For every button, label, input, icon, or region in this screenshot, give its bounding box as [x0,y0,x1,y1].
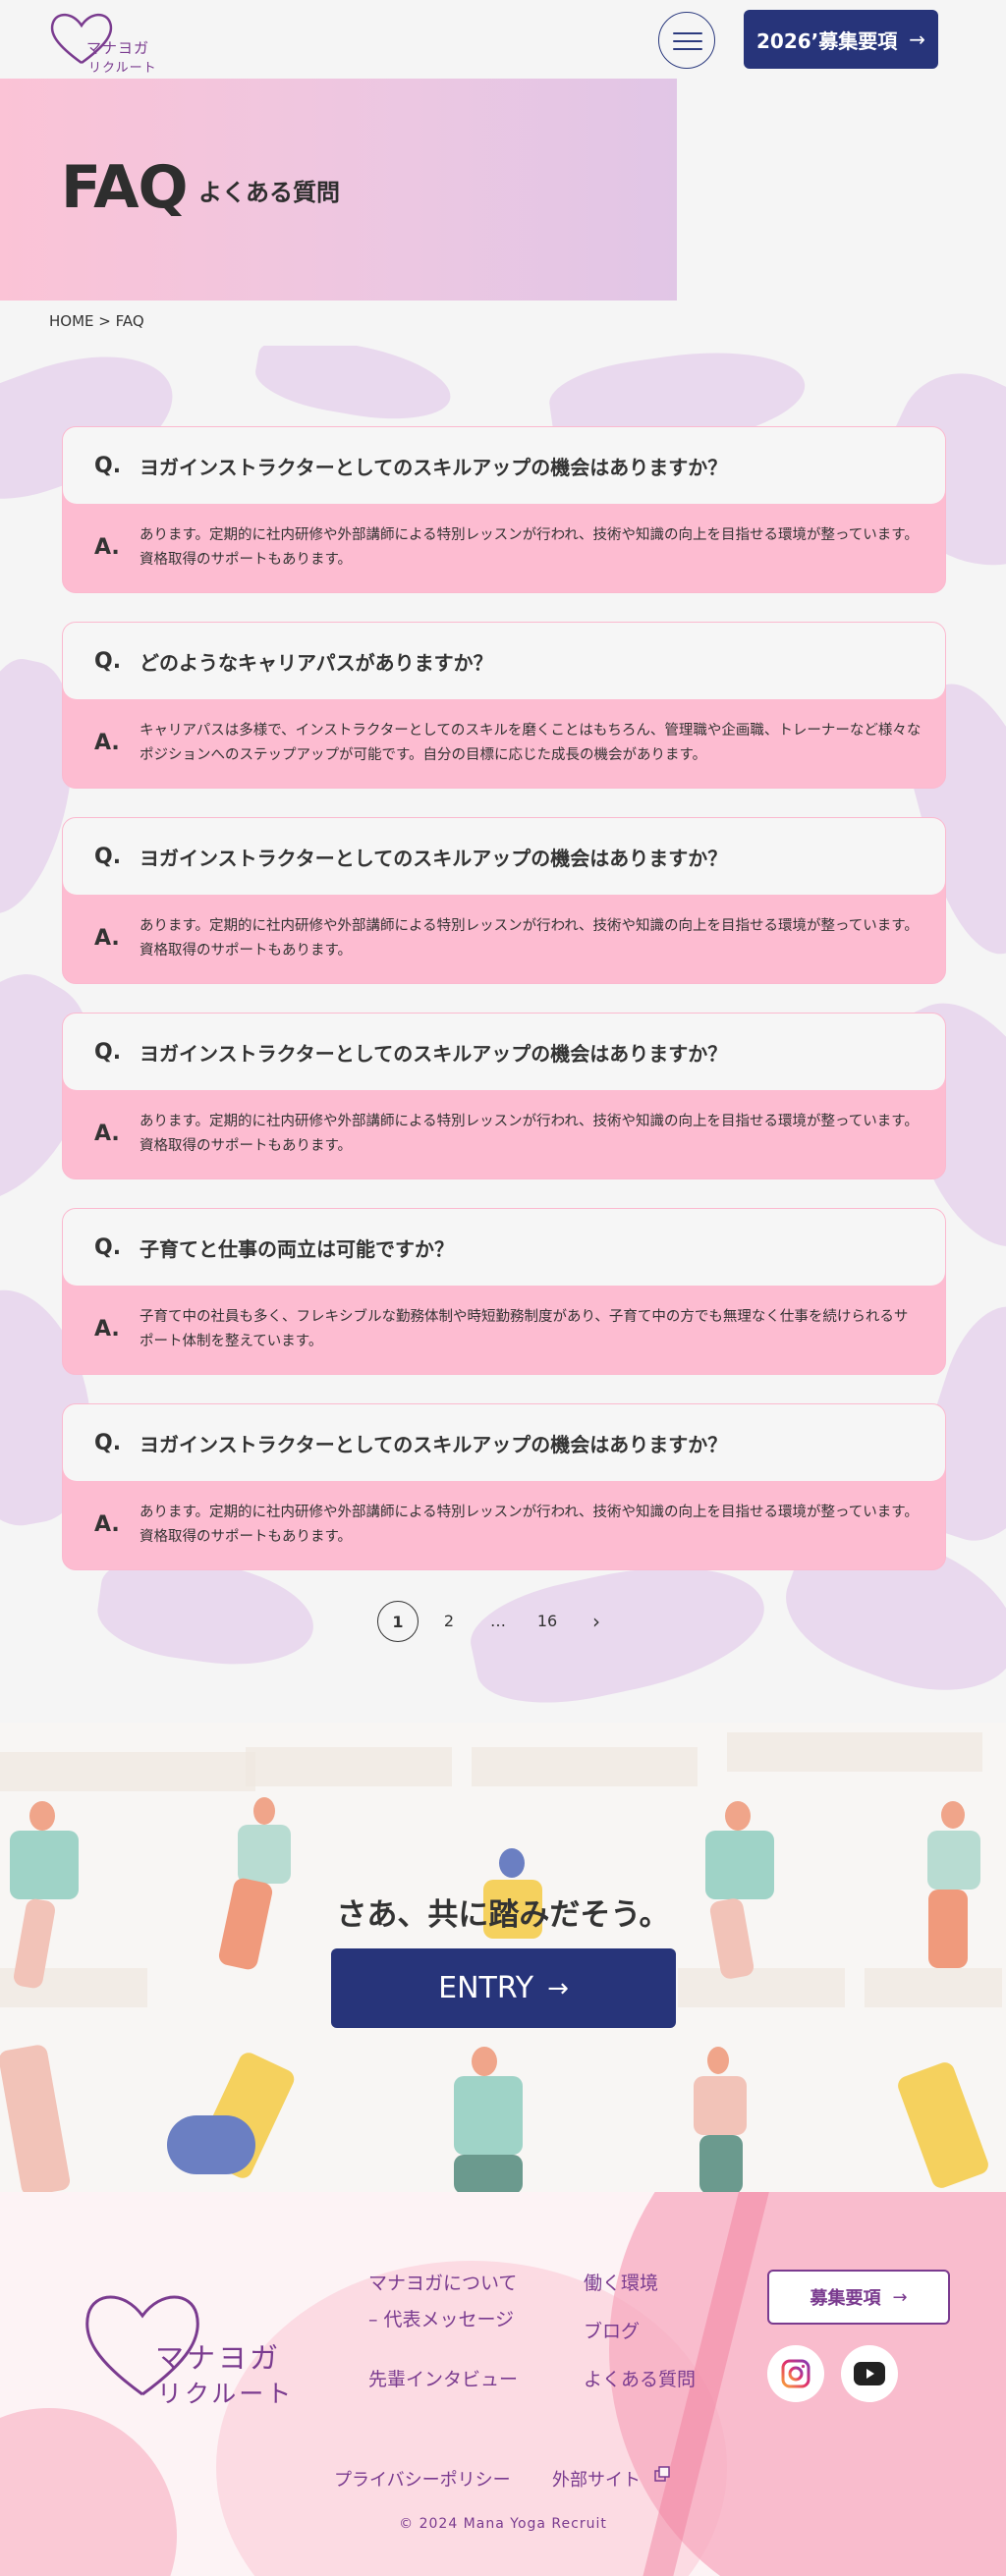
arrow-right-icon: → [909,27,926,51]
question-mark: Q. [94,844,122,869]
footer-link-about[interactable]: マナヨガについて – 代表メッセージ [368,2269,517,2331]
answer-mark: A. [94,1317,120,1342]
faq-answer: A. あります。定期的に社内研修や外部講師による特別レッスンが行われ、技術や知識… [63,895,945,963]
recruit-info-button[interactable]: 2026’募集要項 → [744,10,938,69]
answer-text: あります。定期的に社内研修や外部講師による特別レッスンが行われ、技術や知識の向上… [140,527,919,568]
privacy-policy-link[interactable]: プライバシーポリシー [334,2466,511,2492]
faq-question: Q. ヨガインストラクターとしてのスキルアップの機会はありますか？ [63,427,945,504]
faq-question: Q. ヨガインストラクターとしてのスキルアップの機会はありますか？ [63,1014,945,1090]
answer-text: あります。定期的に社内研修や外部講師による特別レッスンが行われ、技術や知識の向上… [140,918,919,959]
logo-text-line2: リクルート [88,61,157,76]
question-text: ヨガインストラクターとしてのスキルアップの機会はありますか？ [140,1041,728,1066]
footer-logo-line2: リクルート [157,2380,295,2408]
footer-link-faq[interactable]: よくある質問 [584,2365,696,2391]
arrow-right-icon: → [547,1973,569,2003]
faq-question: Q. ヨガインストラクターとしてのスキルアップの機会はありますか？ [63,1404,945,1481]
faq-answer: A. 子育て中の社員も多く、フレキシブルな勤務体制や時短勤務制度があり、子育て中… [63,1286,945,1354]
answer-text: キャリアパスは多様で、インストラクターとしてのスキルを磨くことはもちろん、管理職… [140,723,922,763]
entry-button-label: ENTRY [438,1971,534,2005]
hamburger-menu-button[interactable] [658,12,715,69]
arrow-right-icon: → [892,2286,908,2308]
answer-text: あります。定期的に社内研修や外部講師による特別レッスンが行われ、技術や知識の向上… [140,1114,919,1154]
page-title: FAQ [61,153,189,222]
answer-text: あります。定期的に社内研修や外部講師による特別レッスンが行われ、技術や知識の向上… [140,1505,919,1545]
page-hero: FAQ よくある質問 [0,79,677,301]
faq-question: Q. どのようなキャリアパスがありますか？ [63,623,945,699]
page-ellipsis: … [490,1612,506,1630]
faq-item[interactable]: Q. ヨガインストラクターとしてのスキルアップの機会はありますか？ A. ありま… [62,1403,946,1570]
entry-button[interactable]: ENTRY → [331,1948,676,2028]
faq-item[interactable]: Q. ヨガインストラクターとしてのスキルアップの機会はありますか？ A. ありま… [62,1013,946,1179]
question-mark: Q. [94,453,122,478]
question-mark: Q. [94,1234,122,1260]
question-text: どのようなキャリアパスがありますか？ [140,650,493,675]
question-mark: Q. [94,1430,122,1455]
hamburger-menu-icon [673,32,702,34]
question-text: ヨガインストラクターとしてのスキルアップの機会はありますか？ [140,1432,728,1456]
entry-section: さあ、共に踏みだそう。 ENTRY → [0,1723,1006,2192]
faq-item[interactable]: Q. どのようなキャリアパスがありますか？ A. キャリアパスは多様で、インスト… [62,622,946,789]
answer-mark: A. [94,731,120,755]
site-header: マナヨガ リクルート 2026’募集要項 → [0,0,1006,79]
footer-recruit-button[interactable]: 募集要項 → [767,2270,950,2325]
site-footer: マナヨガ リクルート マナヨガについて – 代表メッセージ 先輩インタビュー 働… [0,2192,1006,2576]
faq-answer: A. あります。定期的に社内研修や外部講師による特別レッスンが行われ、技術や知識… [63,1090,945,1159]
faq-item[interactable]: Q. ヨガインストラクターとしてのスキルアップの機会はありますか？ A. ありま… [62,426,946,593]
answer-mark: A. [94,535,120,560]
question-mark: Q. [94,1039,122,1065]
answer-mark: A. [94,1122,120,1146]
answer-text: 子育て中の社員も多く、フレキシブルな勤務体制や時短勤務制度があり、子育て中の方で… [140,1309,909,1349]
pagination: 1 2 … 16 › [377,1601,643,1644]
faq-question: Q. 子育てと仕事の両立は可能ですか？ [63,1209,945,1286]
instagram-icon [781,2359,810,2388]
faq-question: Q. ヨガインストラクターとしてのスキルアップの機会はありますか？ [63,818,945,895]
page-link-16[interactable]: 16 [527,1601,568,1642]
question-text: 子育てと仕事の両立は可能ですか？ [140,1236,454,1261]
breadcrumb[interactable]: HOME > FAQ [49,312,144,330]
footer-link-blog[interactable]: ブログ [584,2317,640,2343]
copyright: © 2024 Mana Yoga Recruit [399,2516,607,2532]
footer-logo[interactable]: マナヨガ リクルート [79,2286,295,2424]
youtube-icon [854,2362,885,2385]
question-text: ヨガインストラクターとしてのスキルアップの機会はありますか？ [140,846,728,870]
logo-text-line1: マナヨガ [86,39,150,57]
site-logo[interactable]: マナヨガ リクルート [47,6,165,76]
faq-item[interactable]: Q. 子育てと仕事の両立は可能ですか？ A. 子育て中の社員も多く、フレキシブル… [62,1208,946,1375]
faq-item[interactable]: Q. ヨガインストラクターとしてのスキルアップの機会はありますか？ A. ありま… [62,817,946,984]
instagram-link[interactable] [767,2345,824,2402]
recruit-info-label: 2026’募集要項 [755,28,898,53]
footer-recruit-label: 募集要項 [810,2288,881,2309]
page-link-2[interactable]: 2 [428,1601,470,1642]
answer-mark: A. [94,926,120,951]
faq-answer: A. キャリアパスは多様で、インストラクターとしてのスキルを磨くことはもちろん、… [63,699,945,768]
page-subtitle: よくある質問 [198,179,340,206]
faq-answer: A. あります。定期的に社内研修や外部講師による特別レッスンが行われ、技術や知識… [63,1481,945,1550]
question-text: ヨガインストラクターとしてのスキルアップの機会はありますか？ [140,455,728,479]
footer-link-environment[interactable]: 働く環境 [584,2269,658,2295]
chevron-right-icon[interactable]: › [576,1601,617,1642]
faq-list: Q. ヨガインストラクターとしてのスキルアップの機会はありますか？ A. ありま… [62,426,946,1599]
page: マナヨガ リクルート 2026’募集要項 → FAQ よくある質問 HOME >… [0,0,1006,2576]
external-site-link[interactable]: 外部サイト [552,2466,670,2492]
answer-mark: A. [94,1512,120,1537]
entry-message: さあ、共に踏みだそう。 [336,1897,670,1933]
footer-logo-line1: マナヨガ [155,2341,282,2375]
page-link-1[interactable]: 1 [377,1601,419,1642]
external-link-icon [653,2466,670,2482]
question-mark: Q. [94,648,122,674]
faq-answer: A. あります。定期的に社内研修や外部講師による特別レッスンが行われ、技術や知識… [63,504,945,573]
youtube-link[interactable] [841,2345,898,2402]
footer-link-interview[interactable]: 先輩インタビュー [368,2365,518,2391]
